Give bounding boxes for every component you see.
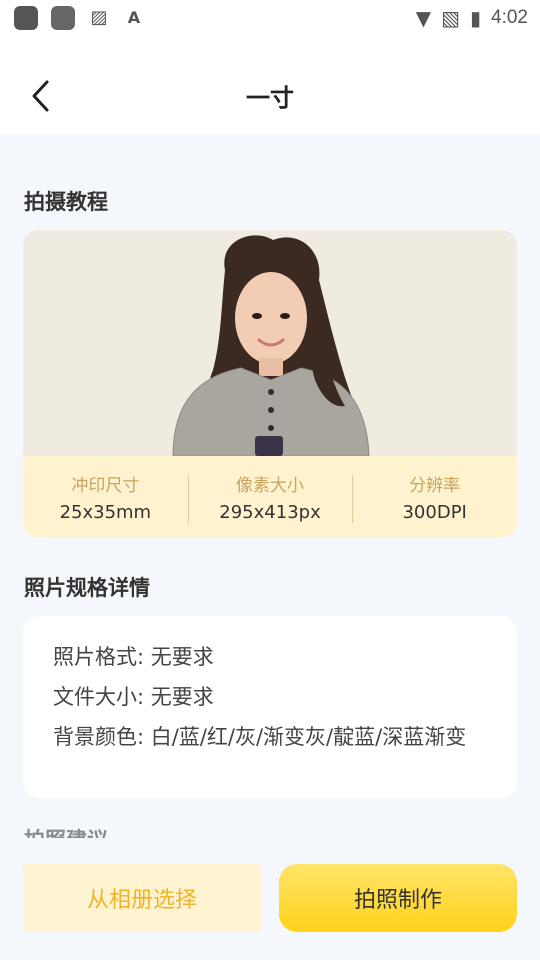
status-time: 4:02 [491, 7, 528, 28]
tutorial-card: 冲印尺寸 25x35mm 像素大小 295x413px 分辨率 300DPI [23, 230, 517, 538]
status-right: ▼ ▧ ▮ 4:02 [416, 6, 528, 30]
section-title-suggestions: 拍照建议 [24, 824, 108, 838]
spec-resolution: 分辨率 300DPI [352, 471, 517, 523]
spec-label: 分辨率 [409, 476, 461, 496]
detail-file-size: 文件大小: 无要求 [53, 685, 214, 709]
spec-pixel-size: 像素大小 295x413px [187, 471, 353, 523]
accessibility-icon [14, 6, 38, 30]
page-title: 一寸 [246, 84, 294, 112]
spec-label: 像素大小 [236, 476, 304, 496]
spec-row: 冲印尺寸 25x35mm 像素大小 295x413px 分辨率 300DPI [23, 456, 517, 538]
status-bar: ▨ A ▼ ▧ ▮ 4:02 [0, 0, 540, 36]
choose-from-album-button[interactable]: 从相册选择 [23, 864, 261, 932]
take-photo-button[interactable]: 拍照制作 [279, 864, 517, 932]
detail-card: 照片格式: 无要求 文件大小: 无要求 背景颜色: 白/蓝/红/灰/渐变灰/靛蓝… [23, 616, 517, 798]
battery-charging-icon: ▮ [470, 6, 482, 30]
detail-background-color: 背景颜色: 白/蓝/红/灰/渐变灰/靛蓝/深蓝渐变 [53, 725, 467, 749]
section-title-details: 照片规格详情 [24, 576, 150, 600]
spec-label: 冲印尺寸 [71, 476, 140, 496]
spec-value: 25x35mm [59, 502, 152, 523]
spec-value: 295x413px [219, 502, 321, 523]
font-icon: A [127, 7, 141, 27]
wifi-icon: ▼ [415, 6, 432, 30]
sample-portrait-photo [23, 230, 517, 457]
app-icon [51, 6, 75, 30]
section-title-tutorial: 拍摄教程 [24, 190, 108, 214]
detail-format: 照片格式: 无要求 [53, 645, 214, 669]
no-sim-icon: ▧ [441, 6, 460, 30]
nav-bar: 一寸 [0, 36, 540, 134]
portrait-illustration [23, 230, 517, 457]
spec-value: 300DPI [402, 502, 467, 523]
spec-print-size: 冲印尺寸 25x35mm [23, 471, 188, 523]
image-icon: ▨ [90, 6, 108, 28]
